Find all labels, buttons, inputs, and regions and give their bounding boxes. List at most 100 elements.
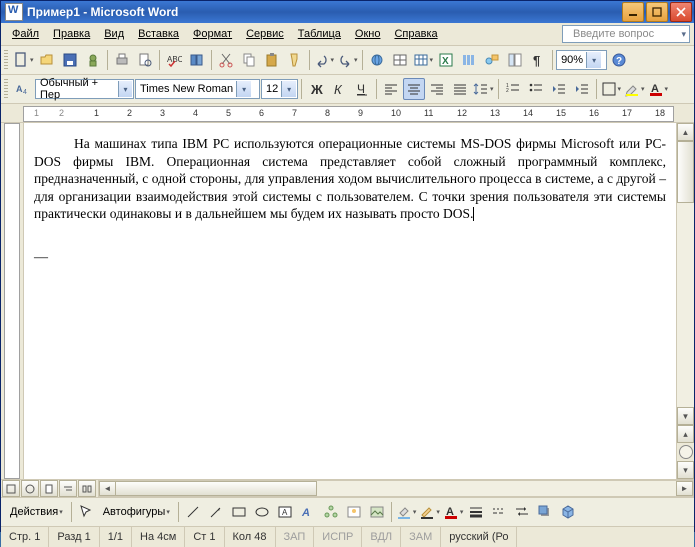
arrow-style-button[interactable] [511,501,533,523]
excel-button[interactable]: X [435,49,457,71]
rectangle-button[interactable] [228,501,250,523]
outline-view-button[interactable] [59,480,77,497]
minimize-button[interactable] [622,2,644,22]
zoom-combo[interactable]: 90%▾ [556,50,607,70]
vertical-scrollbar[interactable]: ▲ ▼ ▴ ▾ [676,123,694,479]
browse-object-button[interactable] [679,445,693,459]
menu-help[interactable]: Справка [387,26,444,42]
line-color-button[interactable]: ▾ [418,501,441,523]
help-search-combo[interactable]: Введите вопрос [562,25,690,43]
align-right-button[interactable] [426,78,448,100]
align-center-button[interactable] [403,78,425,100]
spellcheck-button[interactable]: ABC [163,49,185,71]
toolbar-grip[interactable] [4,50,8,70]
toolbar-grip[interactable] [4,79,8,99]
print-preview-button[interactable] [134,49,156,71]
menu-edit[interactable]: Правка [46,26,97,42]
maximize-button[interactable] [646,2,668,22]
scroll-down-button[interactable]: ▼ [677,407,694,425]
font-size-combo[interactable]: 12▾ [261,79,298,99]
docmap-button[interactable] [504,49,526,71]
scroll-up-button[interactable]: ▲ [677,123,694,141]
normal-view-button[interactable] [2,480,20,497]
select-objects-button[interactable] [75,501,97,523]
oval-button[interactable] [251,501,273,523]
diagram-button[interactable] [320,501,342,523]
font-combo[interactable]: Times New Roman▾ [135,79,260,99]
copy-button[interactable] [238,49,260,71]
draw-actions-menu[interactable]: Действия▾ [5,501,68,523]
styles-pane-button[interactable]: A4 [12,78,34,100]
menu-view[interactable]: Вид [97,26,131,42]
insert-table-button[interactable]: ▾ [412,49,435,71]
undo-button[interactable]: ▾ [313,49,336,71]
menu-window[interactable]: Окно [348,26,388,42]
close-button[interactable] [670,2,692,22]
scroll-track[interactable] [677,141,694,407]
menu-format[interactable]: Формат [186,26,239,42]
menu-table[interactable]: Таблица [291,26,348,42]
arrow-button[interactable] [205,501,227,523]
increase-indent-button[interactable] [571,78,593,100]
line-spacing-button[interactable]: ▾ [472,78,495,100]
web-view-button[interactable] [21,480,39,497]
style-combo[interactable]: Обычный + Пер▾ [35,79,134,99]
insert-picture-button[interactable] [366,501,388,523]
print-view-button[interactable] [40,480,58,497]
menu-tools[interactable]: Сервис [239,26,291,42]
dash-style-button[interactable] [488,501,510,523]
hyperlink-button[interactable] [366,49,388,71]
shadow-button[interactable] [534,501,556,523]
tables-borders-button[interactable] [389,49,411,71]
bullets-button[interactable] [525,78,547,100]
status-rec[interactable]: ЗАП [276,527,315,547]
research-button[interactable] [186,49,208,71]
vertical-ruler[interactable] [1,123,24,479]
line-style-button[interactable] [465,501,487,523]
show-hide-button[interactable]: ¶ [527,49,549,71]
help-button[interactable]: ? [608,49,630,71]
3d-button[interactable] [557,501,579,523]
highlight-button[interactable]: ▾ [623,78,646,100]
paste-button[interactable] [261,49,283,71]
document-page[interactable]: На машинах типа IBM PC используются опер… [24,123,676,479]
status-ovr[interactable]: ЗАМ [401,527,441,547]
textbox-button[interactable]: A [274,501,296,523]
decrease-indent-button[interactable] [548,78,570,100]
horizontal-scrollbar[interactable]: ◄ ► [98,480,694,497]
scroll-right-button[interactable]: ► [676,481,693,496]
italic-button[interactable]: К [328,78,350,100]
titlebar[interactable]: Пример1 - Microsoft Word [1,1,694,23]
bold-button[interactable]: Ж [305,78,327,100]
print-button[interactable] [111,49,133,71]
autoshapes-menu[interactable]: Автофигуры▾ [98,501,175,523]
align-justify-button[interactable] [449,78,471,100]
underline-button[interactable]: Ч [351,78,373,100]
format-painter-button[interactable] [284,49,306,71]
prev-page-button[interactable]: ▴ [677,425,694,443]
menu-insert[interactable]: Вставка [131,26,186,42]
redo-button[interactable]: ▾ [336,49,359,71]
status-ext[interactable]: ВДЛ [362,527,401,547]
font-color-button[interactable]: A▾ [647,78,670,100]
save-button[interactable] [59,49,81,71]
font-color-draw-button[interactable]: A▾ [442,501,465,523]
status-track[interactable]: ИСПР [314,527,362,547]
next-page-button[interactable]: ▾ [677,461,694,479]
open-button[interactable] [36,49,58,71]
status-language[interactable]: русский (Ро [441,527,517,547]
clipart-button[interactable] [343,501,365,523]
scroll-thumb[interactable] [677,141,694,203]
borders-button[interactable]: ▾ [600,78,623,100]
scroll-left-button[interactable]: ◄ [99,481,116,496]
numbering-button[interactable]: 12 [502,78,524,100]
align-left-button[interactable] [380,78,402,100]
wordart-button[interactable]: A [297,501,319,523]
columns-button[interactable] [458,49,480,71]
reading-view-button[interactable] [78,480,96,497]
fill-color-button[interactable]: ▾ [395,501,418,523]
permission-button[interactable] [82,49,104,71]
line-button[interactable] [182,501,204,523]
cut-button[interactable] [215,49,237,71]
new-button[interactable]: ▾ [12,49,35,71]
